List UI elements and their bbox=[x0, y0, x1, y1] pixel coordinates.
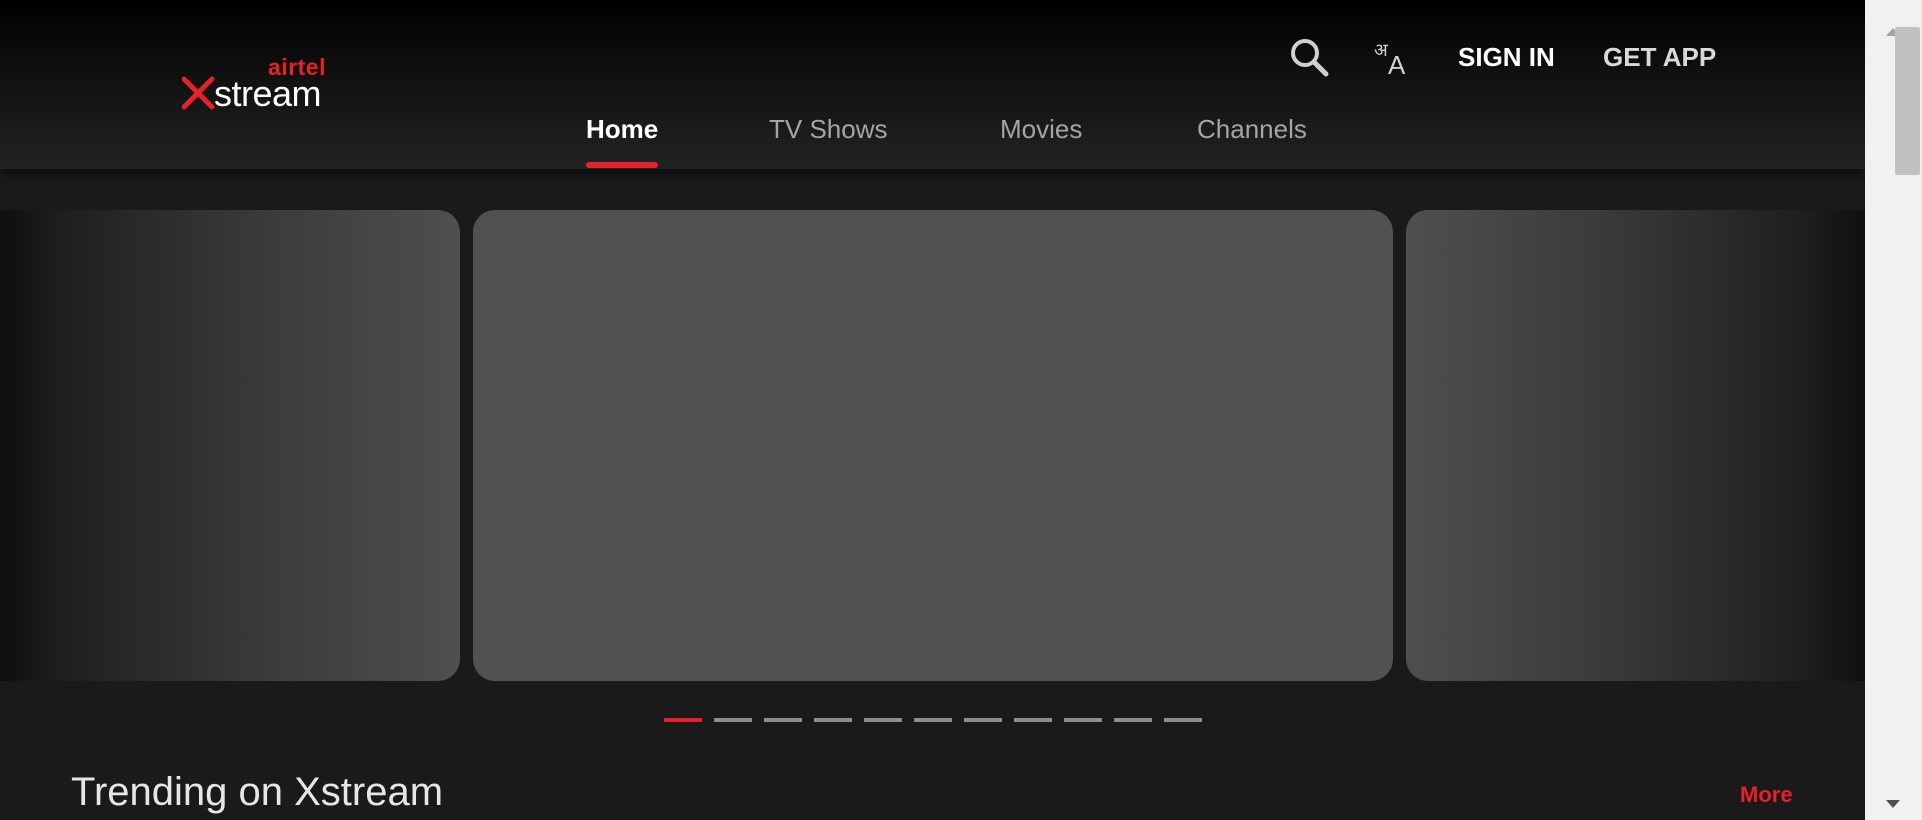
top-header: airtel stream अ A SIGN IN GET APP Home T… bbox=[0, 0, 1865, 169]
sign-in-button[interactable]: SIGN IN bbox=[1458, 42, 1555, 73]
carousel-slide-previous[interactable] bbox=[0, 210, 460, 681]
language-icon[interactable]: अ A bbox=[1372, 36, 1416, 80]
carousel-slide-current[interactable] bbox=[473, 210, 1393, 681]
logo-x-mark bbox=[182, 76, 215, 110]
carousel-dot[interactable] bbox=[664, 718, 702, 722]
tab-movies[interactable]: Movies bbox=[1000, 114, 1082, 145]
active-tab-indicator bbox=[586, 162, 659, 168]
svg-text:अ: अ bbox=[1374, 40, 1389, 61]
airtel-xstream-logo[interactable]: airtel stream bbox=[182, 54, 332, 116]
carousel-dot[interactable] bbox=[714, 718, 752, 722]
carousel-dot[interactable] bbox=[814, 718, 852, 722]
search-icon[interactable] bbox=[1288, 36, 1332, 80]
tab-tv-shows[interactable]: TV Shows bbox=[769, 114, 888, 145]
logo-stream-text: stream bbox=[214, 73, 322, 114]
tab-tv-shows-label: TV Shows bbox=[769, 114, 888, 144]
scroll-thumb[interactable] bbox=[1895, 27, 1920, 175]
tab-home-label: Home bbox=[586, 114, 659, 144]
scrollbar[interactable] bbox=[1865, 0, 1922, 820]
carousel-dot[interactable] bbox=[1064, 718, 1102, 722]
carousel-dot[interactable] bbox=[914, 718, 952, 722]
hero-carousel bbox=[0, 210, 1865, 681]
carousel-dot[interactable] bbox=[1164, 718, 1202, 722]
carousel-dot[interactable] bbox=[764, 718, 802, 722]
tab-movies-label: Movies bbox=[1000, 114, 1083, 144]
more-link[interactable]: More bbox=[1740, 782, 1793, 808]
page: airtel stream अ A SIGN IN GET APP Home T… bbox=[0, 0, 1865, 820]
carousel-dot[interactable] bbox=[864, 718, 902, 722]
carousel-dot[interactable] bbox=[964, 718, 1002, 722]
carousel-dot[interactable] bbox=[1014, 718, 1052, 722]
main-nav: Home TV Shows Movies Channels bbox=[0, 114, 1865, 169]
get-app-button[interactable]: GET APP bbox=[1603, 42, 1716, 73]
svg-text:A: A bbox=[1388, 50, 1406, 80]
tab-channels-label: Channels bbox=[1197, 114, 1307, 144]
scroll-down-arrow-icon[interactable] bbox=[1886, 800, 1900, 808]
carousel-slide-next[interactable] bbox=[1406, 210, 1865, 681]
tab-home[interactable]: Home bbox=[586, 114, 659, 168]
section-title: Trending on Xstream bbox=[71, 770, 444, 814]
carousel-dot[interactable] bbox=[1114, 718, 1152, 722]
tab-channels[interactable]: Channels bbox=[1197, 114, 1307, 145]
